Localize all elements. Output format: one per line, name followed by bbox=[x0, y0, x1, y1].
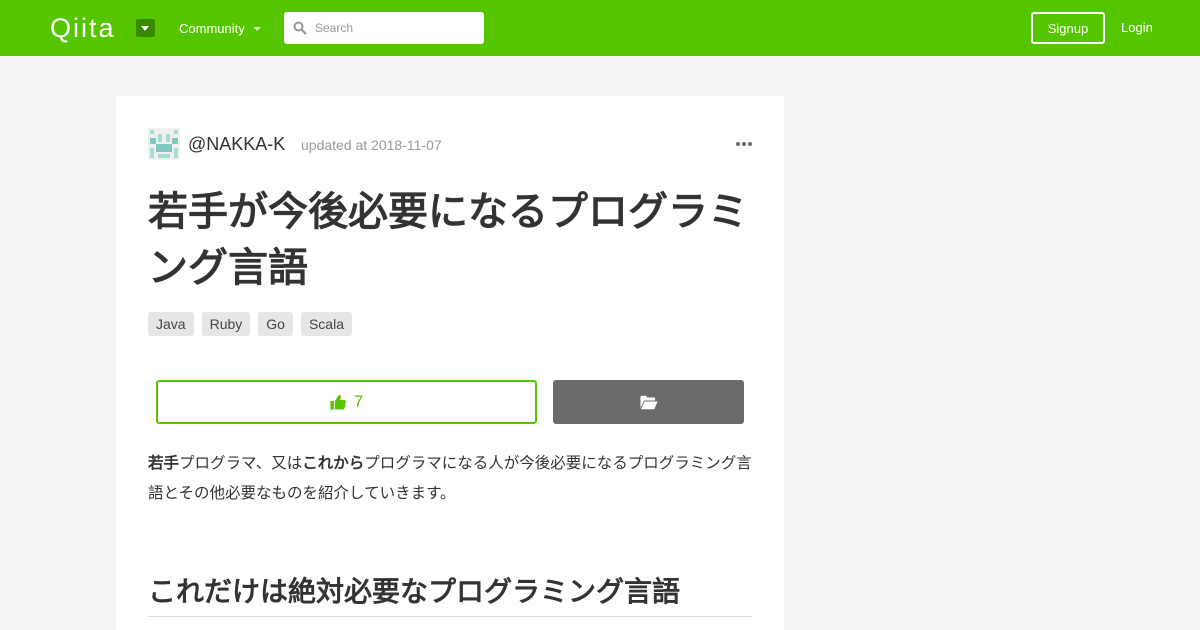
logo-text: Qiita bbox=[50, 13, 116, 43]
author-name[interactable]: @NAKKA-K bbox=[188, 132, 285, 156]
community-dropdown[interactable]: Community bbox=[179, 21, 261, 36]
article-title: 若手が今後必要になるプログラミング言語 bbox=[148, 189, 748, 291]
chevron-down-icon[interactable] bbox=[136, 19, 155, 37]
caret-down-icon bbox=[252, 26, 261, 31]
community-label: Community bbox=[179, 21, 245, 36]
author-avatar[interactable] bbox=[148, 128, 180, 160]
login-link[interactable]: Login bbox=[1121, 20, 1153, 35]
stock-button[interactable] bbox=[553, 380, 744, 424]
tag-ruby[interactable]: Ruby bbox=[201, 312, 251, 336]
intro-bold-1: 若手 bbox=[148, 454, 180, 472]
intro-bold-2: これから bbox=[302, 454, 365, 472]
ellipsis-icon[interactable] bbox=[736, 138, 752, 150]
article-card: @NAKKA-K updated at 2018-11-07 若手が今後必要にな… bbox=[116, 96, 784, 630]
search-input[interactable] bbox=[315, 12, 475, 44]
folder-open-icon bbox=[640, 395, 658, 409]
section-heading: これだけは絶対必要なプログラミング言語 bbox=[148, 570, 752, 617]
signup-button[interactable]: Signup bbox=[1031, 12, 1105, 44]
intro-text-1: プログラマ、又は bbox=[179, 454, 303, 472]
article-intro: 若手プログラマ、又はこれからプログラマになる人が今後必要になるプログラミング言語… bbox=[148, 448, 753, 508]
like-count: 7 bbox=[353, 392, 364, 411]
tag-scala[interactable]: Scala bbox=[300, 312, 352, 336]
search-icon bbox=[293, 21, 307, 35]
like-button[interactable]: 7 bbox=[156, 380, 537, 424]
tag-list: Java Ruby Go Scala bbox=[148, 312, 352, 336]
tag-go[interactable]: Go bbox=[258, 312, 293, 336]
qiita-logo[interactable]: Qiita bbox=[50, 13, 116, 43]
top-navbar: Qiita Community Signup Login bbox=[0, 0, 1200, 56]
search-box[interactable] bbox=[284, 12, 484, 44]
updated-date: updated at 2018-11-07 bbox=[301, 137, 442, 153]
thumbs-up-icon bbox=[330, 395, 346, 410]
tag-java[interactable]: Java bbox=[148, 312, 194, 336]
